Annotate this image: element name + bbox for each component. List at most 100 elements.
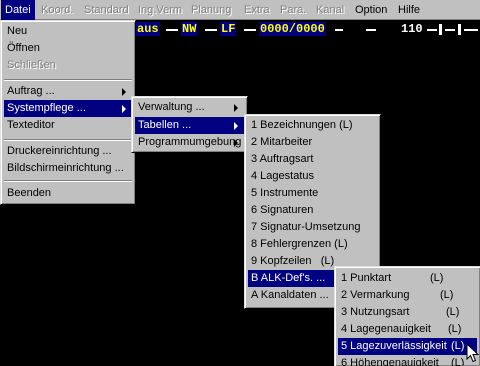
menu-item-label: 3 Auftragsart [251,153,314,165]
menu-item-beenden[interactable]: Beenden [4,185,132,202]
menu-separator [4,180,132,182]
menu-item-label: Auftrag ... [7,85,55,97]
menu-item-bezeichnungen[interactable]: 1 Bezeichnungen (L) [248,117,377,134]
menu-item-label: Tabellen ... [138,119,192,131]
systempflege-submenu: Verwaltung ... Tabellen ... Programmumge… [131,96,248,153]
menu-item-tabellen[interactable]: Tabellen ... [135,117,244,134]
menu-item-texteditor[interactable]: Texteditor [4,117,132,134]
status-divider [427,29,437,31]
menu-item-druckereinrichtung[interactable]: Druckereinrichtung ... [4,143,132,160]
menu-item-label: 1 Punktart [341,272,392,284]
menu-ing-verm[interactable]: Ing.Verm [134,0,186,20]
submenu-arrow-icon [234,139,238,147]
menu-planung[interactable]: Planung [187,0,235,20]
alk-defs-submenu: 1 Punktart (L) 2 Vermarkung (L) 3 Nutzungs… [334,266,480,366]
menu-item-signatur-umsetzung[interactable]: 7 Signatur-Umsetzung [248,219,377,236]
status-field-nw: NW [181,22,198,36]
menu-item-label: 2 Vermarkung [341,289,410,301]
menu-item-vermarkung[interactable]: 2 Vermarkung (L) [338,287,477,304]
status-tick [439,24,442,35]
menu-item-fehlergrenzen[interactable]: 8 Fehlergrenzen (L) [248,236,377,253]
menu-separator [4,79,132,81]
menu-item-label: 3 Nutzungsart [341,306,410,318]
menu-datei[interactable]: Datei [1,0,35,20]
menu-item-shortcut: (L) [451,357,465,366]
menu-item-label: 8 Fehlergrenzen (L) [251,238,348,250]
menu-item-label: 9 Kopfzeilen (L) [251,255,335,267]
menu-item-label: Texteditor [7,119,55,131]
submenu-arrow-icon [234,104,238,112]
menu-item-verwaltung[interactable]: Verwaltung ... [135,99,244,116]
menu-item-label: Beenden [7,187,52,199]
menu-item-label: B ALK-Def's. ... [251,272,326,284]
menu-item-schliessen[interactable]: Schließen [4,57,132,74]
menu-item-lagestatus[interactable]: 4 Lagestatus [248,168,377,185]
menu-item-label: 1 Bezeichnungen (L) [251,119,353,131]
status-field-lf: LF [220,22,237,36]
status-divider [335,29,343,31]
menu-separator [4,139,132,141]
menu-item-shortcut: (L) [446,306,460,318]
menu-item-systempflege[interactable]: Systempflege ... [4,100,132,117]
menu-item-label: Druckereinrichtung ... [7,145,112,157]
menu-item-label: A Kanaldaten ... [251,289,329,301]
menu-item-label: 5 Instrumente [251,187,319,199]
datei-menu: Neu Öffnen Schließen Auftrag ... Systemp… [0,20,136,205]
menu-kanal[interactable]: Kanal [312,0,348,20]
menu-item-label: Bildschirmeinrichtung ... [7,162,124,174]
status-divider [366,29,376,31]
submenu-arrow-icon [234,122,238,130]
menu-koord[interactable]: Koord. [37,0,77,20]
submenu-arrow-icon [122,88,126,96]
submenu-arrow-icon [122,105,126,113]
menu-item-nutzungsart[interactable]: 3 Nutzungsart (L) [338,304,477,321]
menu-item-shortcut: (L) [451,340,465,352]
menu-item-lagegenauigkeit[interactable]: 4 Lagegenauigkeit (L) [338,321,477,338]
menu-item-label: Systempflege ... [7,102,86,114]
menu-item-shortcut: (L) [448,323,462,335]
menu-item-programmumgebung[interactable]: Programmumgebung [135,134,244,151]
status-divider [244,29,256,31]
menu-item-label: 6 Höhengenauigkeit [341,357,439,366]
status-tick [458,24,461,35]
mouse-pointer-icon [466,343,480,363]
status-field-mode: aus [136,22,160,36]
menu-item-label: Schließen [7,59,56,71]
menu-standard[interactable]: Standard [80,0,133,20]
menu-item-hoehengenauigkeit[interactable]: 6 Höhengenauigkeit (L) [338,355,477,366]
menu-item-label: 2 Mitarbeiter [251,136,313,148]
status-divider [464,29,478,31]
menu-extra[interactable]: Extra [240,0,274,20]
status-divider [166,29,178,31]
menu-item-label: 4 Lagestatus [251,170,314,182]
menu-item-label: 5 Lagezuverlässigkeit [341,340,447,352]
menu-item-label: Öffnen [7,42,40,54]
menu-hilfe[interactable]: Hilfe [394,0,424,20]
menu-item-oeffnen[interactable]: Öffnen [4,40,132,57]
menu-item-mitarbeiter[interactable]: 2 Mitarbeiter [248,134,377,151]
status-field-counter: 0000/0000 [259,22,326,36]
menu-item-instrumente[interactable]: 5 Instrumente [248,185,377,202]
status-field-number: 110 [401,22,423,36]
menu-item-label: Verwaltung ... [138,101,205,113]
menu-item-label: Neu [7,25,28,37]
status-divider [205,29,217,31]
menu-item-bildschirmeinrichtung[interactable]: Bildschirmeinrichtung ... [4,160,132,177]
terminal-status-line: aus NW LF 0000/0000 110 [135,20,480,38]
menu-item-auftrag[interactable]: Auftrag ... [4,83,132,100]
menu-item-lagezuverlaessigkeit[interactable]: 5 Lagezuverlässigkeit (L) [338,338,477,355]
status-divider [445,29,455,31]
menu-item-neu[interactable]: Neu [4,23,132,40]
menu-item-signaturen[interactable]: 6 Signaturen [248,202,377,219]
menu-item-label: 4 Lagegenauigkeit [341,323,431,335]
menu-item-label: Programmumgebung [138,136,242,148]
menu-option[interactable]: Option [351,0,391,20]
menu-para[interactable]: Para. [276,0,310,20]
menu-item-label: 7 Signatur-Umsetzung [251,221,361,233]
menu-item-label: 6 Signaturen [251,204,314,216]
menu-bar: Datei Koord. Standard Ing.Verm Planung E… [0,0,480,20]
menu-item-shortcut: (L) [440,289,454,301]
menu-item-punktart[interactable]: 1 Punktart (L) [338,270,477,287]
menu-item-shortcut: (L) [430,272,444,284]
menu-item-auftragsart[interactable]: 3 Auftragsart [248,151,377,168]
